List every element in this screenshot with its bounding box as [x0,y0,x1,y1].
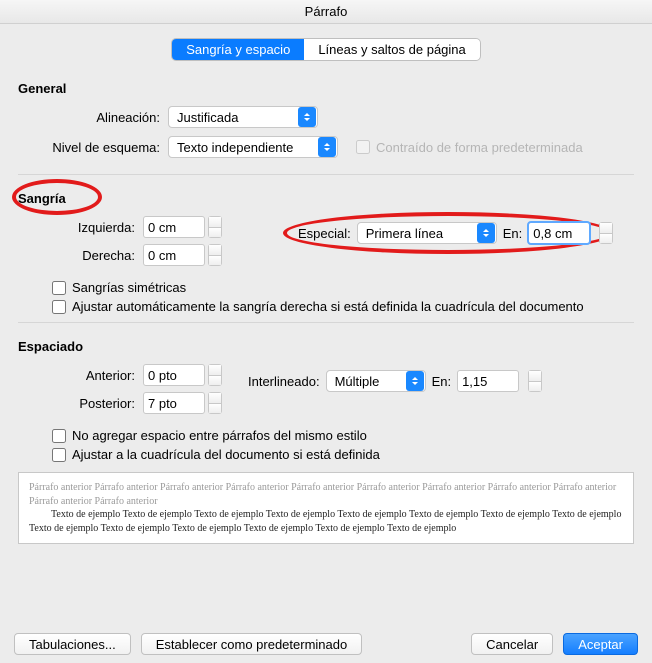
auto-right-indent-label: Ajustar automáticamente la sangría derec… [72,299,584,314]
no-space-same-style-input[interactable] [52,429,66,443]
outline-level-select[interactable]: Texto independiente [168,136,338,158]
set-default-button[interactable]: Establecer como predeterminado [141,633,363,655]
spacing-before-label: Anterior: [18,368,143,383]
section-spacing: Espaciado [18,339,634,354]
line-spacing-select[interactable]: Múltiple [326,370,426,392]
alignment-select[interactable]: Justificada [168,106,318,128]
line-spacing-label: Interlineado: [248,374,320,389]
auto-right-indent-input[interactable] [52,300,66,314]
line-spacing-value: Múltiple [327,374,386,389]
dropdown-arrows-icon [477,223,495,243]
preview-sample-text: Texto de ejemplo Texto de ejemplo Texto … [29,508,623,535]
indent-special-value: Primera línea [358,226,449,241]
spacing-after-input[interactable] [143,392,205,414]
tab-line-page-breaks[interactable]: Líneas y saltos de página [304,39,479,60]
indent-right-stepper[interactable] [208,244,222,266]
indent-left-label: Izquierda: [18,220,143,235]
tab-indent-spacing[interactable]: Sangría y espacio [172,39,304,60]
dropdown-arrows-icon [406,371,424,391]
indent-right-label: Derecha: [18,248,143,263]
indent-special-label: Especial: [298,226,351,241]
collapsed-default-input [356,140,370,154]
outline-level-value: Texto independiente [169,140,299,155]
collapsed-default-checkbox: Contraído de forma predeterminada [356,140,583,155]
tabs-button[interactable]: Tabulaciones... [14,633,131,655]
snap-to-grid-input[interactable] [52,448,66,462]
snap-to-grid-checkbox[interactable]: Ajustar a la cuadrícula del documento si… [52,447,634,462]
outline-level-label: Nivel de esquema: [18,140,168,155]
section-general: General [18,81,634,96]
dropdown-arrows-icon [318,137,336,157]
collapsed-default-label: Contraído de forma predeterminada [376,140,583,155]
preview-previous-text: Párrafo anterior Párrafo anterior Párraf… [29,482,616,507]
section-indent: Sangría [18,191,634,206]
preview-box: Párrafo anterior Párrafo anterior Párraf… [18,472,634,544]
spacing-before-input[interactable] [143,364,205,386]
mirror-indents-label: Sangrías simétricas [72,280,186,295]
spacing-after-label: Posterior: [18,396,143,411]
indent-by-stepper[interactable] [599,222,613,244]
indent-special-select[interactable]: Primera línea [357,222,497,244]
snap-to-grid-label: Ajustar a la cuadrícula del documento si… [72,447,380,462]
indent-left-input[interactable] [143,216,205,238]
ok-button[interactable]: Aceptar [563,633,638,655]
alignment-value: Justificada [169,110,244,125]
dialog-title: Párrafo [0,0,652,24]
tab-group: Sangría y espacio Líneas y saltos de pág… [171,38,481,61]
line-spacing-at-label: En: [432,374,452,389]
no-space-same-style-label: No agregar espacio entre párrafos del mi… [72,428,367,443]
mirror-indents-input[interactable] [52,281,66,295]
mirror-indents-checkbox[interactable]: Sangrías simétricas [52,280,634,295]
paragraph-dialog: Párrafo Sangría y espacio Líneas y salto… [0,0,652,663]
indent-left-stepper[interactable] [208,216,222,238]
spacing-before-stepper[interactable] [208,364,222,386]
dialog-footer: Tabulaciones... Establecer como predeter… [0,625,652,663]
line-spacing-at-input[interactable] [457,370,519,392]
no-space-same-style-checkbox[interactable]: No agregar espacio entre párrafos del mi… [52,428,634,443]
cancel-button[interactable]: Cancelar [471,633,553,655]
indent-by-label: En: [503,226,523,241]
indent-by-input[interactable] [528,222,590,244]
dropdown-arrows-icon [298,107,316,127]
spacing-after-stepper[interactable] [208,392,222,414]
line-spacing-at-stepper[interactable] [528,370,542,392]
indent-right-input[interactable] [143,244,205,266]
auto-right-indent-checkbox[interactable]: Ajustar automáticamente la sangría derec… [52,299,634,314]
alignment-label: Alineación: [18,110,168,125]
